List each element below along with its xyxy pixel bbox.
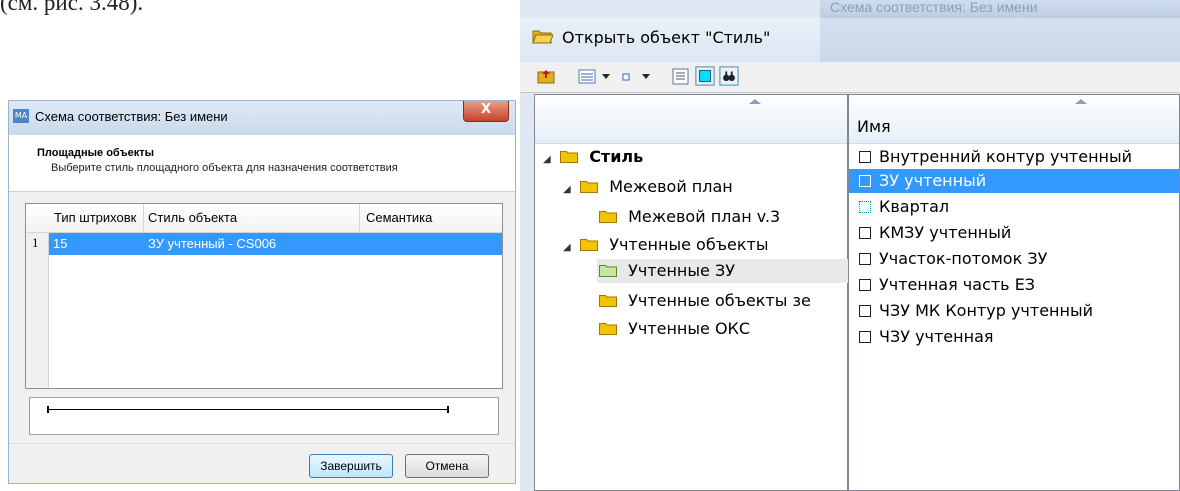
table-row[interactable]: 15 ЗУ учтенный - CS006 xyxy=(49,233,502,255)
finish-button[interactable]: Завершить xyxy=(309,454,393,478)
expand-icon[interactable]: ◢ xyxy=(563,236,575,260)
expand-icon[interactable]: ◢ xyxy=(563,178,575,202)
cell-style[interactable]: ЗУ учтенный - CS006 xyxy=(148,236,276,251)
dropdown-icon[interactable] xyxy=(600,66,612,86)
tree-label: Учтенные ЗУ xyxy=(628,261,735,280)
column-header-style[interactable]: Стиль объекта xyxy=(148,210,358,225)
tree-item-boundary-plan[interactable]: ◢ Межевой план xyxy=(563,175,733,199)
app-icon: MA xyxy=(13,109,29,123)
folder-icon xyxy=(599,264,617,277)
mapping-grid: Тип штриховк Стиль объекта Семантика 1 1… xyxy=(25,203,503,389)
style-swatch-icon xyxy=(859,201,871,213)
folder-up-icon[interactable] xyxy=(536,66,556,86)
style-swatch-icon xyxy=(859,331,871,343)
cell-type[interactable]: 15 xyxy=(53,236,67,251)
folder-icon xyxy=(599,294,617,307)
style-swatch-icon xyxy=(859,253,871,265)
style-swatch-icon xyxy=(859,227,871,239)
list-item[interactable]: Внутренний контур учтенный xyxy=(859,145,1132,169)
tree-header xyxy=(535,95,847,144)
cancel-button[interactable]: Отмена xyxy=(405,454,489,478)
close-button[interactable]: X xyxy=(463,101,509,122)
style-swatch-icon xyxy=(859,279,871,291)
view-list-icon[interactable] xyxy=(578,66,596,86)
list-item-label: Квартал xyxy=(879,197,950,216)
folder-icon xyxy=(599,210,617,223)
tree-item-registered-land[interactable]: Учтенные ЗУ xyxy=(597,259,849,283)
style-swatch-icon xyxy=(859,175,871,187)
list-item-label: ЧЗУ учтенная xyxy=(879,327,994,346)
tree-label: Учтенные объекты xyxy=(609,235,769,254)
row-number: 1 xyxy=(32,235,39,250)
list-item-label: КМЗУ учтенный xyxy=(879,223,1012,242)
list-item[interactable]: Квартал xyxy=(859,195,949,219)
list-item[interactable]: ЧЗУ учтенная xyxy=(859,325,994,349)
folder-icon xyxy=(560,150,579,163)
folder-icon xyxy=(580,238,599,251)
tree-label: Межевой план v.3 xyxy=(628,207,781,226)
list-item[interactable]: КМЗУ учтенный xyxy=(859,221,1011,245)
folder-tree: ◢ Стиль ◢ Межевой план Межевой план v.3 … xyxy=(534,94,849,491)
header-subtitle: Выберите стиль площадного объекта для на… xyxy=(51,162,398,174)
list-item-label: Учтенная часть ЕЗ xyxy=(879,275,1036,294)
binoculars-icon[interactable] xyxy=(718,66,740,86)
background-window-title: Схема соответствия: Без имени xyxy=(820,0,1180,18)
sort-arrow-icon xyxy=(749,99,761,104)
tree-item-registered-objects[interactable]: ◢ Учтенные объекты xyxy=(563,233,768,257)
list-item-selected[interactable]: ЗУ учтенный xyxy=(849,169,1179,193)
tree-item-boundary-plan-v3[interactable]: Межевой план v.3 xyxy=(599,205,780,229)
tree-item-registered-oks[interactable]: Учтенные ОКС xyxy=(599,317,750,341)
list-item-label: Участок-потомок ЗУ xyxy=(879,249,1048,268)
list-item-label: ЗУ учтенный xyxy=(879,171,987,190)
hatch-preview xyxy=(29,397,499,435)
correspondence-dialog: MA Схема соответствия: Без имени X Площа… xyxy=(8,100,516,484)
folder-icon xyxy=(580,180,599,193)
tree-label: Стиль xyxy=(589,147,644,166)
style-list: Имя Внутренний контур учтенный ЗУ учтенн… xyxy=(848,94,1180,491)
sort-arrow-icon xyxy=(1075,99,1087,104)
list-item[interactable]: Учтенная часть ЕЗ xyxy=(859,273,1035,297)
tree-item-style[interactable]: ◢ Стиль xyxy=(543,145,643,169)
expand-icon[interactable]: ◢ xyxy=(543,148,555,172)
tree-label: Учтенные объекты зе xyxy=(628,291,811,310)
tree-label: Межевой план xyxy=(609,177,733,196)
column-header-semantic[interactable]: Семантика xyxy=(366,210,486,225)
small-square-icon[interactable] xyxy=(620,66,632,86)
list-item[interactable]: ЧЗУ МК Контур учтенный xyxy=(859,299,1093,323)
list-item-label: ЧЗУ МК Контур учтенный xyxy=(879,301,1093,320)
folder-open-icon xyxy=(532,30,554,44)
column-header-type[interactable]: Тип штриховк xyxy=(54,210,140,225)
grid-header: Тип штриховк Стиль объекта Семантика xyxy=(26,204,502,233)
tree-item-registered-objects-land[interactable]: Учтенные объекты зе xyxy=(599,289,847,313)
list-header[interactable]: Имя xyxy=(849,95,1179,144)
open-style-dialog: Схема соответствия: Без имени Открыть об… xyxy=(520,0,1180,491)
list-item[interactable]: Участок-потомок ЗУ xyxy=(859,247,1047,271)
folder-icon xyxy=(599,322,617,335)
color-icon[interactable] xyxy=(694,66,716,86)
style-swatch-icon xyxy=(859,151,871,163)
details-icon[interactable] xyxy=(672,66,690,86)
header-title: Площадные объекты xyxy=(37,147,154,159)
dialog-title: Схема соответствия: Без имени xyxy=(35,109,228,124)
column-header-name[interactable]: Имя xyxy=(857,117,891,136)
toolbar xyxy=(520,62,1180,93)
document-text: (см. рис. 3.48). xyxy=(0,0,144,15)
title-bar-extension xyxy=(820,18,1180,62)
title-bar: MA Схема соответствия: Без имени X xyxy=(9,101,515,135)
dialog-header: Площадные объекты Выберите стиль площадн… xyxy=(9,135,515,192)
list-item-label: Внутренний контур учтенный xyxy=(879,147,1133,166)
tree-label: Учтенные ОКС xyxy=(628,319,751,338)
dropdown-icon[interactable] xyxy=(640,66,652,86)
dialog-footer: Завершить Отмена xyxy=(9,443,515,483)
style-swatch-icon xyxy=(859,305,871,317)
dialog-title: Открыть объект "Стиль" xyxy=(562,28,771,47)
